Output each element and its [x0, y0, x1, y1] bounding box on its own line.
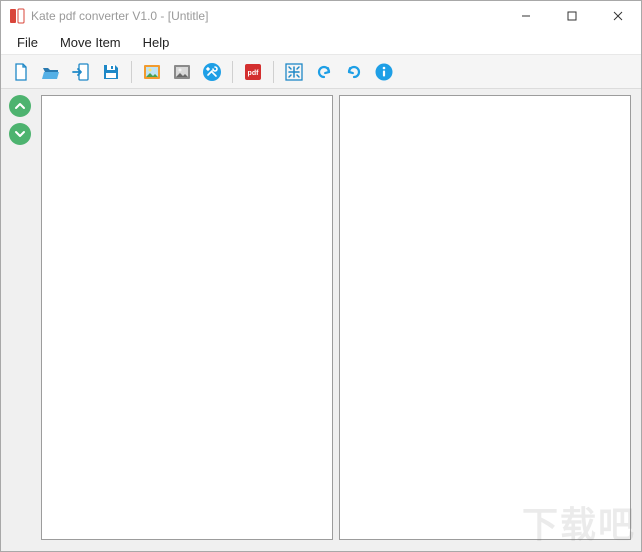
side-rail: [1, 89, 39, 550]
undo-icon: [314, 62, 334, 82]
left-pane[interactable]: [41, 95, 333, 540]
info-button[interactable]: [370, 58, 398, 86]
window-title: Kate pdf converter V1.0 - [Untitle]: [31, 9, 208, 23]
redo-button[interactable]: [340, 58, 368, 86]
menu-help[interactable]: Help: [133, 32, 180, 53]
save-icon: [101, 62, 121, 82]
pdf-button[interactable]: pdf: [239, 58, 267, 86]
chevron-up-icon: [14, 100, 26, 112]
expand-icon: [284, 62, 304, 82]
tools-icon: [202, 62, 222, 82]
toolbar: pdf: [1, 55, 641, 89]
chevron-down-icon: [14, 128, 26, 140]
document-icon: [11, 62, 31, 82]
minimize-button[interactable]: [503, 1, 549, 31]
import-button[interactable]: [67, 58, 95, 86]
pdf-icon: pdf: [243, 62, 263, 82]
import-icon: [71, 62, 91, 82]
toolbar-separator: [273, 61, 274, 83]
panes: [39, 89, 641, 550]
toolbar-separator: [131, 61, 132, 83]
workarea: [1, 89, 641, 550]
close-button[interactable]: [595, 1, 641, 31]
move-down-button[interactable]: [9, 123, 31, 145]
settings-button[interactable]: [198, 58, 226, 86]
save-button[interactable]: [97, 58, 125, 86]
folder-open-icon: [41, 62, 61, 82]
undo-button[interactable]: [310, 58, 338, 86]
window-controls: [503, 1, 641, 31]
new-file-button[interactable]: [7, 58, 35, 86]
right-pane[interactable]: [339, 95, 631, 540]
redo-icon: [344, 62, 364, 82]
move-up-button[interactable]: [9, 95, 31, 117]
titlebar: Kate pdf converter V1.0 - [Untitle]: [1, 1, 641, 31]
maximize-button[interactable]: [549, 1, 595, 31]
menu-file[interactable]: File: [7, 32, 48, 53]
open-file-button[interactable]: [37, 58, 65, 86]
info-icon: [374, 62, 394, 82]
picture-color-icon: [142, 62, 162, 82]
app-icon: [9, 8, 25, 24]
fit-screen-button[interactable]: [280, 58, 308, 86]
menubar: File Move Item Help: [1, 31, 641, 55]
image-color-button[interactable]: [138, 58, 166, 86]
image-gray-button[interactable]: [168, 58, 196, 86]
menu-move-item[interactable]: Move Item: [50, 32, 131, 53]
picture-gray-icon: [172, 62, 192, 82]
svg-text:pdf: pdf: [248, 70, 260, 77]
toolbar-separator: [232, 61, 233, 83]
